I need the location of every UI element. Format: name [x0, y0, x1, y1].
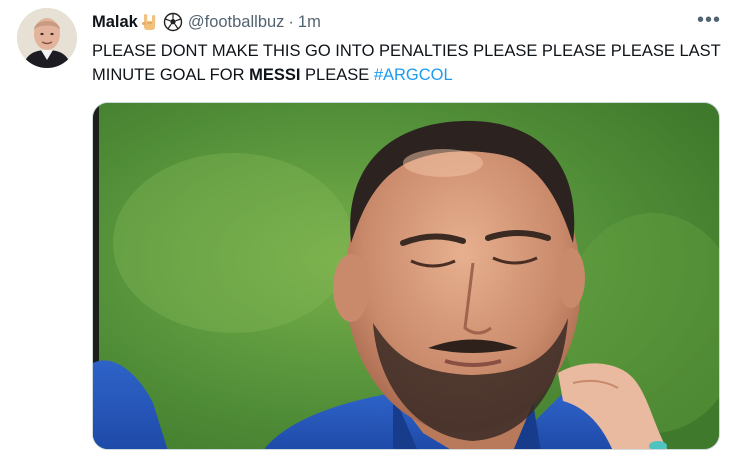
tweet-media-photo[interactable] [92, 102, 720, 450]
tweet-timestamp[interactable]: 1m [298, 13, 321, 32]
photo-image [93, 103, 719, 449]
author-name[interactable]: Malak [92, 13, 138, 32]
tweet-text: PLEASE DONT MAKE THIS GO INTO PENALTIES … [92, 39, 732, 87]
separator-dot: · [288, 12, 294, 31]
avatar[interactable] [17, 8, 77, 68]
sign-of-horns-emoji [140, 12, 160, 32]
hashtag-link[interactable]: #ARGCOL [374, 66, 453, 84]
soccer-ball-emoji [163, 12, 183, 32]
author-handle[interactable]: @footballbuz [188, 13, 285, 32]
more-options-icon[interactable]: ••• [696, 8, 722, 32]
tweet-text-part2: PLEASE [300, 66, 374, 84]
tweet-text-bold: MESSI [249, 66, 301, 84]
avatar-image [17, 8, 77, 68]
tweet-card[interactable]: Malak @footballbuz · 1m ••• PLEASE DONT … [0, 0, 738, 451]
tweet-header: Malak @footballbuz · 1m ••• [92, 8, 724, 34]
